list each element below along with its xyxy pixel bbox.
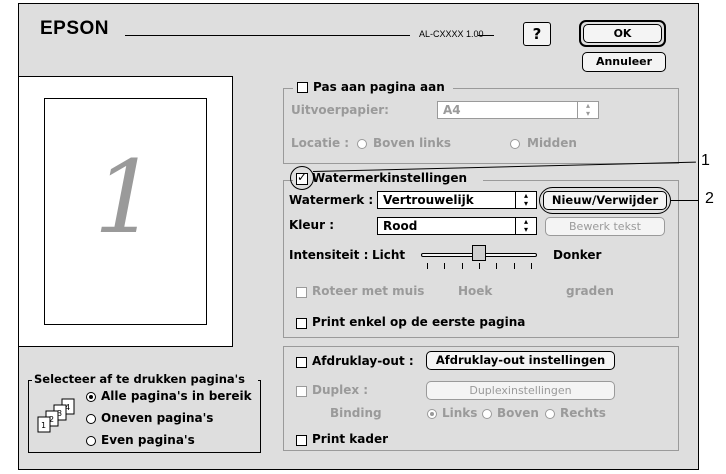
duplex-settings-button[interactable]: Duplexinstellingen [426, 381, 615, 400]
preview-page-number: 1 [93, 139, 158, 256]
callout-line-2 [671, 200, 699, 201]
slider-tick [513, 263, 515, 269]
binding-right-label: Rechts [560, 406, 606, 420]
model-label: AL-CXXXX 1.00 [419, 29, 484, 39]
output-paper-value: A4 [443, 103, 461, 117]
edit-text-button[interactable]: Bewerk tekst [545, 217, 665, 236]
binding-label: Binding [330, 406, 382, 420]
slider-tick [427, 263, 428, 269]
fit-to-page-checkbox[interactable] [297, 82, 308, 93]
location-top-left-label: Boven links [373, 136, 451, 150]
angle-label: Hoek [458, 284, 493, 298]
duplex-checkbox[interactable] [296, 386, 307, 397]
ok-button[interactable]: OK [583, 24, 662, 43]
slider-tick [479, 263, 480, 269]
callout-circle-2 [539, 187, 671, 214]
binding-top-radio[interactable] [482, 409, 492, 419]
print-layout-checkbox[interactable] [296, 357, 307, 368]
cancel-button[interactable]: Annuleer [582, 52, 666, 72]
print-layout-label: Afdruklay-out : [312, 354, 414, 368]
color-select[interactable]: Rood ▴ ▾ [377, 217, 537, 235]
slider-tick [444, 263, 446, 269]
preview-page: 1 [44, 98, 207, 325]
slider-tick [461, 263, 463, 269]
first-page-only-checkbox[interactable] [296, 318, 307, 329]
header-divider [125, 35, 410, 36]
location-center-radio[interactable] [510, 139, 520, 149]
output-paper-label: Uitvoerpapier: [291, 103, 389, 117]
first-page-only-label: Print enkel op de eerste pagina [312, 315, 526, 329]
updown-arrows-icon: ▴ ▾ [577, 102, 598, 118]
duplex-label: Duplex : [312, 383, 369, 397]
intensity-low-label: Licht [372, 248, 406, 262]
odd-pages-radio[interactable] [86, 414, 96, 424]
print-layout-settings-button[interactable]: Afdruklay-out instellingen [426, 351, 615, 370]
even-pages-label: Even pagina's [101, 433, 195, 447]
slider-tick [531, 263, 532, 269]
slider-tick [496, 263, 498, 269]
print-frame-label: Print kader [312, 432, 389, 446]
fit-to-page-label: Pas aan pagina aan [313, 80, 445, 94]
intensity-label: Intensiteit : [289, 248, 369, 262]
all-pages-label: Alle pagina's in bereik [101, 389, 252, 403]
location-center-label: Midden [527, 136, 577, 150]
updown-arrows-icon: ▴ ▾ [515, 218, 536, 234]
intensity-slider-thumb[interactable] [472, 245, 486, 261]
callout-2: 2 [705, 190, 714, 207]
binding-left-radio[interactable] [427, 409, 437, 419]
binding-left-label: Links [442, 406, 478, 420]
pages-stack-icon: 4 3 2 1 [34, 397, 84, 437]
color-value: Rood [383, 219, 418, 233]
intensity-high-label: Donker [553, 248, 602, 262]
location-top-left-radio[interactable] [357, 139, 367, 149]
page-select-title: Selecteer af te drukken pagina's [34, 372, 246, 386]
watermark-select[interactable]: Vertrouwelijk ▴ ▾ [377, 191, 537, 209]
fit-to-page-group [283, 88, 679, 164]
all-pages-radio[interactable] [86, 392, 96, 402]
color-label: Kleur : [289, 218, 334, 232]
watermark-settings-label: Watermerkinstellingen [312, 171, 468, 185]
even-pages-radio[interactable] [86, 436, 96, 446]
odd-pages-label: Oneven pagina's [101, 411, 214, 425]
svg-text:1: 1 [41, 421, 46, 430]
degrees-label: graden [566, 284, 614, 298]
watermark-value: Vertrouwelijk [383, 193, 474, 207]
watermark-label: Watermerk : [289, 193, 374, 207]
binding-right-radio[interactable] [545, 409, 555, 419]
location-label: Locatie : [291, 136, 350, 150]
brand-logo: EPSON [40, 18, 110, 39]
help-button[interactable]: ? [523, 22, 551, 46]
rotate-with-mouse-label: Roteer met muis [312, 284, 425, 298]
print-frame-checkbox[interactable] [296, 435, 307, 446]
ok-button-frame: OK [579, 20, 666, 47]
header-divider-right [478, 35, 494, 36]
rotate-with-mouse-checkbox[interactable] [296, 287, 307, 298]
callout-1: 1 [701, 152, 710, 169]
updown-arrows-icon: ▴ ▾ [515, 192, 536, 208]
binding-top-label: Boven [497, 406, 539, 420]
output-paper-select[interactable]: A4 ▴ ▾ [437, 101, 599, 119]
callout-circle-1 [290, 166, 314, 190]
